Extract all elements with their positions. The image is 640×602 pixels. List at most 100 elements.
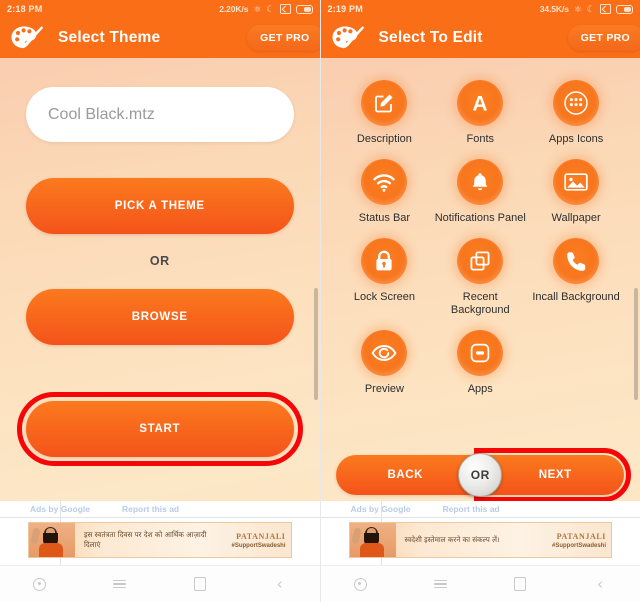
wizard-navigation-bar: BACK NEXT OR <box>321 448 640 502</box>
no-sim-icon <box>600 4 611 14</box>
home-square-icon[interactable] <box>503 574 537 594</box>
wifi-icon: ☾ <box>586 3 595 14</box>
ad-brand-block: PATANJALI #SupportSwadeshi <box>208 532 291 549</box>
ad-creative[interactable]: इस स्वतंत्रता दिवस पर देश को आर्थिक आज़ा… <box>28 522 292 558</box>
grid-item-apps[interactable]: Apps <box>432 330 528 397</box>
dual-screenshot-container: 2:18 PM 2.20K/s ⚛ ☾ Select Theme GET PRO… <box>0 0 640 602</box>
grid-item-wallpaper[interactable]: Wallpaper <box>528 158 624 226</box>
app-drawer-dots-icon <box>553 80 600 126</box>
wifi-signal-icon <box>361 158 408 205</box>
theme-file-input[interactable]: Cool Black.mtz <box>26 87 294 142</box>
palette-icon <box>331 25 365 51</box>
battery-icon <box>616 4 633 14</box>
status-bar-icons: 34.5K/s ⚛ ☾ <box>540 4 633 14</box>
network-speed-label: 34.5K/s <box>539 4 569 14</box>
grid-item-apps-icons[interactable]: Apps Icons <box>528 80 624 147</box>
app-bar-title: Select Theme <box>58 29 161 46</box>
wizard-buttons: BACK NEXT OR <box>336 448 632 502</box>
vertical-scrollbar[interactable] <box>634 288 638 400</box>
or-separator-label: OR <box>149 254 170 268</box>
ad-person-image <box>349 523 396 557</box>
grid-item-fonts[interactable]: A Fonts <box>432 80 528 147</box>
ad-person-image <box>29 523 75 557</box>
grid-item-status-bar[interactable]: Status Bar <box>337 158 433 226</box>
home-square-icon[interactable] <box>183 574 217 594</box>
get-pro-button[interactable]: GET PRO <box>247 25 320 51</box>
screen-select-to-edit: 2:19 PM 34.5K/s ⚛ ☾ Select To Edit GET P… <box>320 0 640 602</box>
grid-item-label: Lock Screen <box>353 290 415 303</box>
report-this-ad-link[interactable]: Report this ad <box>442 504 499 514</box>
rounded-square-dash-icon <box>457 330 504 376</box>
report-this-ad-link[interactable]: Report this ad <box>122 504 179 514</box>
stacked-windows-icon <box>457 237 504 284</box>
content-column: Cool Black.mtz PICK A THEME OR BROWSE ST… <box>0 87 320 466</box>
ad-container: Ads by Google Report this ad स्वदेशी इस्… <box>320 501 640 565</box>
grid-item-description[interactable]: Description <box>337 80 433 147</box>
grid-item-preview[interactable]: Preview <box>337 330 433 397</box>
wifi-icon: ☾ <box>266 3 275 14</box>
no-sim-icon <box>279 4 291 14</box>
ad-brand-name: PATANJALI <box>556 531 606 541</box>
ad-hashtag: #SupportSwadeshi <box>551 542 606 549</box>
screen-select-theme: 2:18 PM 2.20K/s ⚛ ☾ Select Theme GET PRO… <box>0 0 321 602</box>
edit-square-icon <box>361 80 408 126</box>
ad-headline: इस स्वतंत्रता दिवस पर देश को आर्थिक आज़ा… <box>84 529 207 549</box>
svg-text:A: A <box>473 93 488 116</box>
grid-item-label: Recent Background <box>450 290 510 317</box>
menu-icon[interactable] <box>423 574 457 594</box>
grid-item-lock-screen[interactable]: Lock Screen <box>337 237 433 319</box>
grid-item-recent-background[interactable]: Recent Background <box>432 237 528 319</box>
back-chevron-icon[interactable]: ‹ <box>583 574 617 594</box>
vertical-scrollbar[interactable] <box>313 288 318 400</box>
back-chevron-icon[interactable]: ‹ <box>263 574 297 594</box>
start-button[interactable]: START <box>26 401 294 457</box>
screen-body: Cool Black.mtz PICK A THEME OR BROWSE ST… <box>0 58 320 565</box>
letter-a-icon: A <box>457 80 504 126</box>
grid-item-label: Apps Icons <box>548 133 604 145</box>
ad-creative[interactable]: स्वदेशी इस्तेमाल करने का संकल्प लें। PAT… <box>348 522 612 558</box>
eye-icon <box>361 330 408 376</box>
palette-icon <box>10 25 44 51</box>
grid-item-incall-background[interactable]: Incall Background <box>528 237 624 319</box>
phone-handset-icon <box>553 237 600 284</box>
grid-item-label: Incall Background <box>532 290 620 303</box>
menu-icon[interactable] <box>103 574 137 594</box>
browse-button[interactable]: BROWSE <box>26 289 294 345</box>
grid-item-label: Apps <box>467 383 493 395</box>
status-bar-time: 2:19 PM <box>327 4 363 14</box>
grid-item-label: Preview <box>364 383 404 395</box>
grid-item-label: Fonts <box>466 133 494 145</box>
grid-item-notifications-panel[interactable]: Notifications Panel <box>432 158 528 226</box>
browse-wrap: BROWSE <box>26 289 294 345</box>
ad-hashtag: #SupportSwadeshi <box>231 542 286 549</box>
image-photo-icon <box>553 158 600 205</box>
grid-item-label: Wallpaper <box>551 211 601 224</box>
get-pro-button[interactable]: GET PRO <box>567 25 640 51</box>
screen-body: Description A Fonts Apps Icons Status Ba… <box>320 58 640 565</box>
assistant-circle-icon[interactable] <box>343 574 377 594</box>
grid-item-label: Status Bar <box>358 211 411 224</box>
status-bar-time: 2:18 PM <box>7 4 43 14</box>
edit-options-grid: Description A Fonts Apps Icons Status Ba… <box>321 58 640 397</box>
start-button-wrap: START <box>17 392 303 466</box>
theme-file-value: Cool Black.mtz <box>48 105 155 123</box>
assistant-circle-icon[interactable] <box>23 574 57 594</box>
ad-header-bar: Ads by Google Report this ad <box>0 501 320 565</box>
app-bar-title: Select To Edit <box>378 29 483 46</box>
status-bar-icons: 2.20K/s ⚛ ☾ <box>219 3 313 14</box>
grid-item-label: Description <box>356 133 412 145</box>
grid-item-label: Notifications Panel <box>434 211 526 224</box>
pick-a-theme-button[interactable]: PICK A THEME <box>26 178 294 234</box>
lock-icon <box>361 237 408 284</box>
ad-brand-block: PATANJALI #SupportSwadeshi <box>528 532 611 549</box>
ad-headline: स्वदेशी इस्तेमाल करने का संकल्प लें। <box>404 534 500 544</box>
bluetooth-icon: ⚛ <box>573 3 582 14</box>
network-speed-label: 2.20K/s <box>219 4 249 14</box>
app-bar: Select To Edit GET PRO <box>320 18 640 58</box>
battery-icon <box>295 4 313 14</box>
system-navigation-bar: ‹ <box>320 565 640 602</box>
ad-brand-name: PATANJALI <box>236 531 286 541</box>
status-bar: 2:18 PM 2.20K/s ⚛ ☾ <box>0 0 320 18</box>
or-badge: OR <box>458 453 503 497</box>
ad-container: Ads by Google Report this ad इस स्वतंत्र… <box>0 501 320 565</box>
